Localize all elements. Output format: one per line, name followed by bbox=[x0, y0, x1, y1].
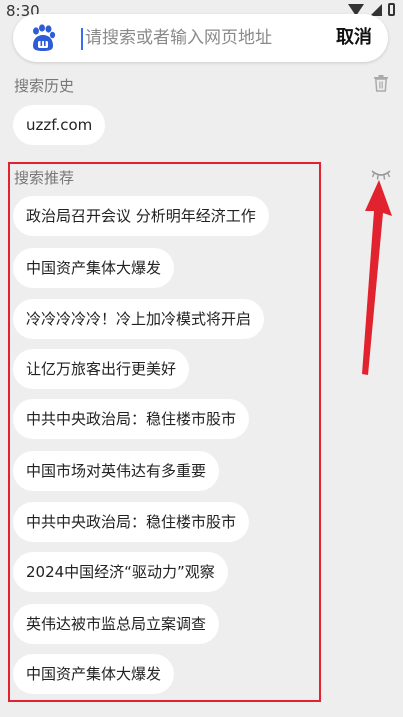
signal-icon bbox=[370, 3, 382, 16]
cancel-button[interactable]: 取消 bbox=[332, 24, 376, 52]
trash-icon[interactable] bbox=[372, 74, 390, 92]
recommend-title: 搜索推荐 bbox=[14, 169, 75, 187]
recommend-item[interactable]: 2024中国经济“驱动力”观察 bbox=[13, 552, 228, 592]
recommend-item[interactable]: 中共中央政治局：稳住楼市股市 bbox=[13, 399, 250, 439]
recommend-item[interactable]: 政治局召开会议 分析明年经济工作 bbox=[13, 196, 269, 236]
text-caret bbox=[81, 28, 83, 50]
recommend-item[interactable]: 中共中央政治局：稳住楼市股市 bbox=[13, 502, 250, 542]
baidu-paw-icon bbox=[33, 24, 56, 51]
recommend-item[interactable]: 英伟达被市监总局立案调查 bbox=[13, 604, 220, 644]
history-item[interactable]: uzzf.com bbox=[13, 105, 106, 145]
battery-icon bbox=[388, 3, 395, 16]
search-input[interactable] bbox=[85, 24, 315, 52]
history-title: 搜索历史 bbox=[14, 77, 75, 95]
search-bar[interactable]: 取消 bbox=[13, 14, 388, 62]
recommend-item[interactable]: 让亿万旅客出行更美好 bbox=[13, 349, 190, 389]
recommend-item[interactable]: 中国资产集体大爆发 bbox=[13, 248, 175, 288]
recommend-item[interactable]: 冷冷冷冷冷！冷上加冷模式将开启 bbox=[13, 299, 265, 339]
recommend-item[interactable]: 中国资产集体大爆发 bbox=[13, 654, 175, 694]
recommend-item[interactable]: 中国市场对英伟达有多重要 bbox=[13, 451, 220, 491]
annotation-arrow bbox=[362, 180, 392, 375]
